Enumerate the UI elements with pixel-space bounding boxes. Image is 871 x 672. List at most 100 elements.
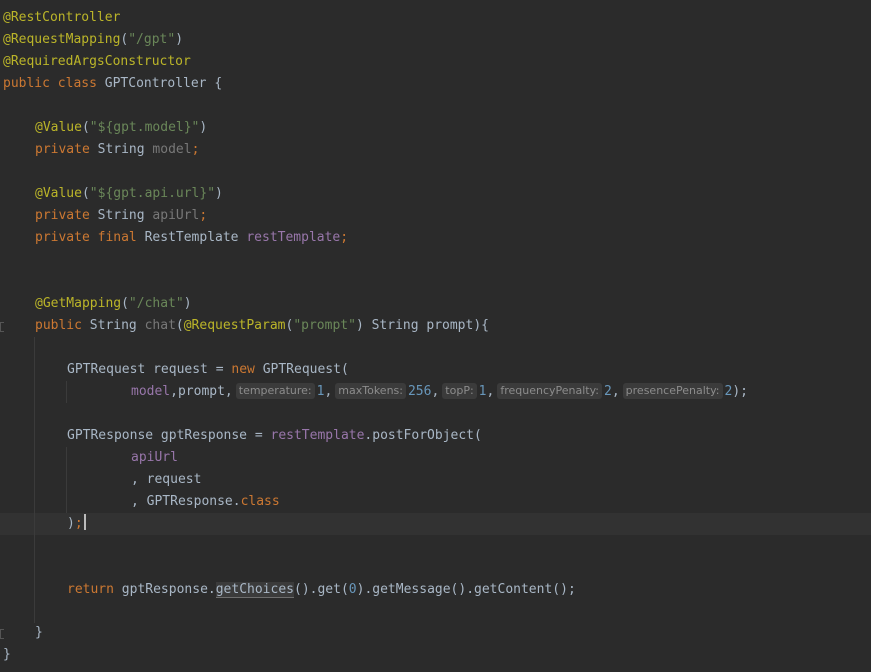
code-line: model,prompt, temperature: 1, maxTokens: 256… (131, 381, 748, 403)
punct: , (486, 384, 495, 399)
string-literal: "prompt" (293, 318, 356, 333)
keyword: final (97, 230, 145, 245)
code-text: , GPTResponse. (131, 494, 241, 509)
code-line: } (3, 644, 11, 666)
punct: ) (67, 516, 75, 531)
code-text: ).getMessage().getContent(); (356, 582, 576, 597)
code-text: .postForObject( (364, 428, 482, 443)
code-text: GPTRequest( (262, 362, 349, 377)
annotation: @Value (35, 186, 82, 201)
code-line: @RestController (3, 7, 120, 29)
code-line: return gptResponse.getChoices().get(0).g… (67, 579, 576, 601)
code-line: @GetMapping("/chat") (35, 293, 192, 315)
code-line: @Value("${gpt.model}") (35, 117, 207, 139)
fold-marker-icon[interactable] (0, 629, 4, 639)
punct: ) (215, 186, 223, 201)
punct: ( (81, 186, 90, 201)
code-text: ,prompt, (170, 384, 233, 399)
parameter-hint: temperature: (235, 383, 315, 399)
current-line-highlight (0, 513, 871, 535)
code-text: GPTResponse gptResponse = (67, 428, 271, 443)
string-literal: "${gpt.api.url}" (89, 186, 216, 201)
text-caret (83, 514, 86, 530)
code-line: ); (67, 513, 86, 535)
keyword: class (57, 76, 105, 91)
code-line: GPTRequest request = new GPTRequest( (67, 359, 349, 381)
code-text: ); (732, 384, 748, 399)
annotation: @RestController (3, 10, 121, 25)
field: apiUrl (152, 208, 200, 223)
string-literal: "/chat" (128, 296, 184, 311)
code-line: private final RestTemplate restTemplate; (35, 227, 348, 249)
number-literal: 1 (478, 384, 487, 399)
type: String (89, 318, 145, 333)
punct: ) (183, 296, 192, 311)
keyword: return (67, 582, 122, 597)
fold-marker-icon[interactable] (0, 322, 4, 332)
code-text: , request (131, 472, 202, 487)
type: String (97, 208, 153, 223)
code-line: private String apiUrl; (35, 205, 207, 227)
indent-guide (66, 447, 67, 513)
punct: ; (199, 208, 208, 223)
indent-guide (66, 381, 67, 403)
class-name: GPTController { (104, 76, 223, 91)
keyword: class (240, 494, 280, 509)
keyword: private (35, 208, 98, 223)
punct: ; (191, 142, 200, 157)
parameter-hint: maxTokens: (335, 383, 406, 399)
field: restTemplate (270, 428, 365, 443)
code-text: ().get( (294, 582, 349, 597)
code-line: } (35, 622, 43, 644)
string-literal: "${gpt.model}" (89, 120, 200, 135)
code-text: GPTRequest request = (67, 362, 232, 377)
code-text: gptResponse. (121, 582, 216, 597)
field: model (131, 384, 171, 399)
closing-brace: } (35, 625, 43, 640)
highlighted-method[interactable]: getChoices (215, 582, 294, 598)
closing-brace: } (3, 647, 11, 662)
punct: ; (74, 516, 83, 531)
keyword: private (35, 142, 98, 157)
parameter-hint: presencePenalty: (622, 383, 723, 399)
annotation: @Value (35, 120, 82, 135)
annotation: @RequestMapping (3, 32, 121, 47)
type: String (97, 142, 153, 157)
code-line: @RequiredArgsConstructor (3, 51, 191, 73)
code-line: public String chat(@RequestParam("prompt… (35, 315, 489, 337)
code-line: private String model; (35, 139, 199, 161)
code-editor[interactable]: @RestController @RequestMapping ( "/gpt" ) … (0, 0, 871, 672)
code-line: , request (131, 469, 201, 491)
number-literal: 0 (348, 582, 357, 597)
keyword: private (35, 230, 98, 245)
punct: ) (199, 120, 208, 135)
type: RestTemplate (144, 230, 247, 245)
keyword: new (231, 362, 263, 377)
punct: ; (340, 230, 349, 245)
indent-guide (34, 337, 35, 623)
code-text: ) String prompt){ (355, 318, 489, 333)
string-literal: "/gpt" (128, 32, 176, 47)
punct: , (431, 384, 440, 399)
code-line: @RequestMapping("/gpt") (3, 29, 183, 51)
keyword: public (35, 318, 90, 333)
punct: ) (175, 32, 184, 47)
code-line: GPTResponse gptResponse = restTemplate.p… (67, 425, 482, 447)
code-line: , GPTResponse.class (131, 491, 280, 513)
parameter-hint: topP: (442, 383, 477, 399)
punct: , (611, 384, 620, 399)
method-name: chat (144, 318, 176, 333)
punct: ( (81, 120, 90, 135)
field: restTemplate (246, 230, 341, 245)
punct: ( (121, 296, 129, 311)
number-literal: 256 (407, 384, 432, 399)
punct: , (324, 384, 333, 399)
keyword: public (3, 76, 58, 91)
annotation: @RequestParam (183, 318, 286, 333)
annotation: @GetMapping (35, 296, 122, 311)
code-line: apiUrl (131, 447, 178, 469)
annotation: @RequiredArgsConstructor (3, 54, 191, 69)
parameter-hint: frequencyPenalty: (497, 383, 603, 399)
field: apiUrl (131, 450, 178, 465)
number-literal: 2 (604, 384, 612, 399)
